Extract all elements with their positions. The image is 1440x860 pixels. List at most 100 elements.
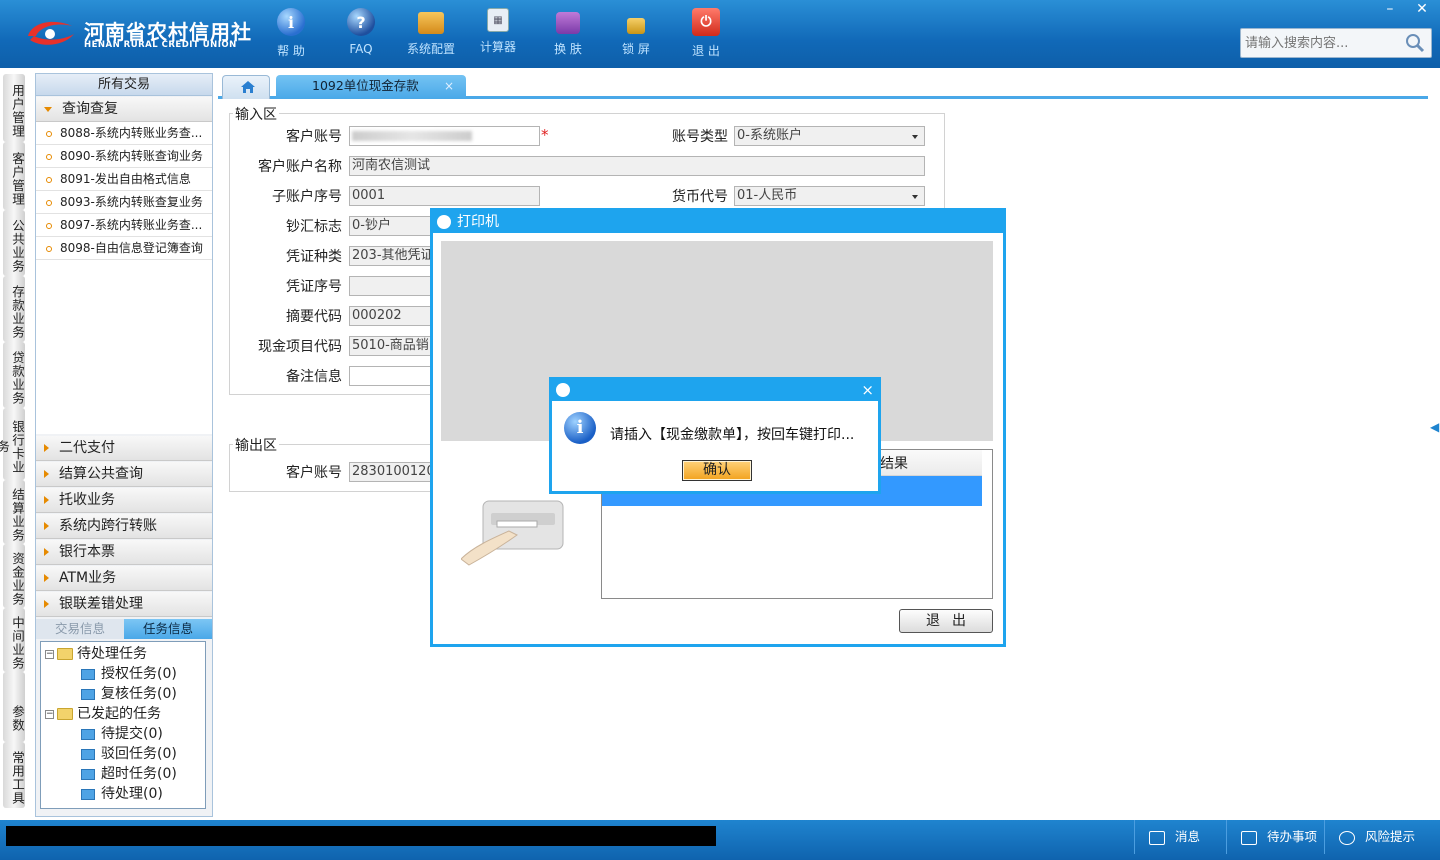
tree-node-pending[interactable]: − 待处理任务 <box>45 644 147 664</box>
minimize-button[interactable]: – <box>1376 0 1404 18</box>
group-unionpay-error[interactable]: 银联差错处理 <box>36 592 212 617</box>
shirt-icon <box>556 12 580 34</box>
vnav-deposit-business[interactable]: 存款业务 <box>3 276 25 342</box>
input-section-title: 输入区 <box>233 104 279 124</box>
messages-button[interactable]: 消息 <box>1134 820 1226 854</box>
search-icon[interactable] <box>1405 33 1425 53</box>
account-type-select[interactable]: 0-系统账户 <box>734 126 925 146</box>
info-icon: i <box>277 8 305 36</box>
skin-label: 换 肤 <box>554 42 582 56</box>
folder-icon <box>57 648 73 660</box>
vnav-bank-card[interactable]: 银行卡业务 <box>0 408 25 480</box>
summary-code-field[interactable]: 000202 <box>349 306 431 326</box>
vnav-customer-management[interactable]: 客户管理 <box>3 142 25 210</box>
system-config-button[interactable]: 系统配置 <box>401 8 461 62</box>
collapse-icon[interactable]: − <box>45 649 54 659</box>
group-bank-draft[interactable]: 银行本票 <box>36 540 212 565</box>
calculator-button[interactable]: ▦ 计算器 <box>468 8 528 62</box>
system-config-label: 系统配置 <box>406 42 455 56</box>
tree-node-auth[interactable]: 授权任务(0) <box>81 664 177 684</box>
group-second-gen-payment[interactable]: 二代支付 <box>36 436 212 461</box>
calculator-icon: ▦ <box>487 8 509 32</box>
window-controls: – ✕ <box>1376 0 1436 18</box>
logo: 河南省农村信用社 HENAN RURAL CREDIT UNION <box>24 14 251 54</box>
tree-node-rejected[interactable]: 驳回任务(0) <box>81 744 177 764</box>
tree-node-initiated[interactable]: − 已发起的任务 <box>45 704 161 724</box>
group-interbank-transfer[interactable]: 系统内跨行转账 <box>36 514 212 539</box>
account-type-label: 账号类型 <box>672 129 728 145</box>
search-input[interactable] <box>1241 29 1401 57</box>
customer-account-field[interactable] <box>349 126 540 146</box>
risk-alert-button[interactable]: 风险提示 <box>1324 820 1434 854</box>
info-icon: i <box>564 412 596 444</box>
exit-button[interactable]: ⏻ 退 出 <box>676 8 736 62</box>
collapsed-arrow-icon <box>44 496 49 504</box>
tab-home[interactable] <box>222 75 270 99</box>
task-icon <box>81 668 95 680</box>
voucher-no-field[interactable] <box>349 276 431 296</box>
tab-unit-cash-deposit[interactable]: 1092单位现金存款 × <box>276 75 466 99</box>
list-item[interactable]: 8088-系统内转账业务查... <box>36 122 212 145</box>
list-item[interactable]: 8090-系统内转账查询业务 <box>36 145 212 168</box>
currency-select[interactable]: 01-人民币 <box>734 186 925 206</box>
main-tabs: 1092单位现金存款 × <box>218 73 1428 99</box>
output-account-field: 283010012000 <box>349 462 431 482</box>
close-window-button[interactable]: ✕ <box>1408 0 1436 18</box>
tab-close-icon[interactable]: × <box>444 75 454 97</box>
vnav-public-business[interactable]: 公共业务 <box>3 210 25 276</box>
output-account-label: 客户账号 <box>286 465 342 481</box>
currency-label: 货币代号 <box>672 189 728 205</box>
vnav-fund-business[interactable]: 资金业务 <box>3 544 25 608</box>
group-settlement-query[interactable]: 结算公共查询 <box>36 462 212 487</box>
vnav-loan-business[interactable]: 贷款业务 <box>3 342 25 408</box>
cash-item-field[interactable]: 5010-商品销 <box>349 336 431 356</box>
dropdown-arrow-icon <box>912 195 918 199</box>
vnav-intermediate-business[interactable]: 中间业务 <box>3 608 25 672</box>
list-item[interactable]: 8093-系统内转账查复业务 <box>36 191 212 214</box>
tab-task-info[interactable]: 任务信息 <box>124 619 212 639</box>
list-item[interactable]: 8091-发出自由格式信息 <box>36 168 212 191</box>
collapse-icon[interactable]: − <box>45 709 54 719</box>
tree-node-review[interactable]: 复核任务(0) <box>81 684 177 704</box>
confirm-button[interactable]: 确认 <box>682 460 752 481</box>
group-label: 查询查复 <box>62 101 118 117</box>
skin-button[interactable]: 换 肤 <box>538 8 598 62</box>
group-query-reply[interactable]: 查询查复 <box>36 97 212 122</box>
account-name-field[interactable]: 河南农信测试 <box>349 156 925 176</box>
tree-node-timeout[interactable]: 超时任务(0) <box>81 764 177 784</box>
close-icon[interactable]: × <box>861 380 874 400</box>
help-button[interactable]: i 帮 助 <box>261 8 321 62</box>
printer-exit-button[interactable]: 退出 <box>899 609 993 633</box>
list-item[interactable]: 8098-自由信息登记簿查询 <box>36 237 212 260</box>
status-message-area <box>6 826 716 846</box>
alert-titlebar: × <box>552 380 878 401</box>
remark-label: 备注信息 <box>286 369 342 385</box>
print-prompt-dialog: × i 请插入【现金缴款单】，按回车键打印... 确认 <box>549 377 881 494</box>
customer-account-label: 客户账号 <box>286 129 342 145</box>
cash-flag-field[interactable]: 0-钞户 <box>349 216 431 236</box>
brand-name-en: HENAN RURAL CREDIT UNION <box>84 40 237 50</box>
list-item[interactable]: 8097-系统内转账业务查... <box>36 214 212 237</box>
group-collection[interactable]: 托收业务 <box>36 488 212 513</box>
vnav-settlement[interactable]: 结算业务 <box>3 480 25 544</box>
tab-transaction-info[interactable]: 交易信息 <box>36 619 124 639</box>
vnav-user-management[interactable]: 用户管理 <box>3 74 25 142</box>
lock-screen-button[interactable]: 锁 屏 <box>606 8 666 62</box>
todo-button[interactable]: 待办事项 <box>1226 820 1324 854</box>
expanded-arrow-icon <box>44 106 52 112</box>
bullet-icon <box>46 245 52 252</box>
faq-button[interactable]: ? FAQ <box>331 8 391 62</box>
task-icon <box>81 748 95 760</box>
group-atm[interactable]: ATM业务 <box>36 566 212 591</box>
collapse-right-panel-icon[interactable]: ◀ <box>1430 420 1439 460</box>
sub-account-field[interactable]: 0001 <box>349 186 540 206</box>
voucher-type-field[interactable]: 203-其他凭证 <box>349 246 431 266</box>
task-icon <box>81 788 95 800</box>
vnav-common-tools[interactable]: 常用工具 <box>3 742 25 808</box>
collapsed-arrow-icon <box>44 522 49 530</box>
transaction-panel: 所有交易 查询查复 8088-系统内转账业务查... 8090-系统内转账查询业… <box>35 73 213 817</box>
remark-field[interactable] <box>349 366 431 386</box>
tree-node-to-submit[interactable]: 待提交(0) <box>81 724 163 744</box>
vnav-parameters[interactable]: 参数 <box>3 672 25 742</box>
tree-node-to-process[interactable]: 待处理(0) <box>81 784 163 804</box>
